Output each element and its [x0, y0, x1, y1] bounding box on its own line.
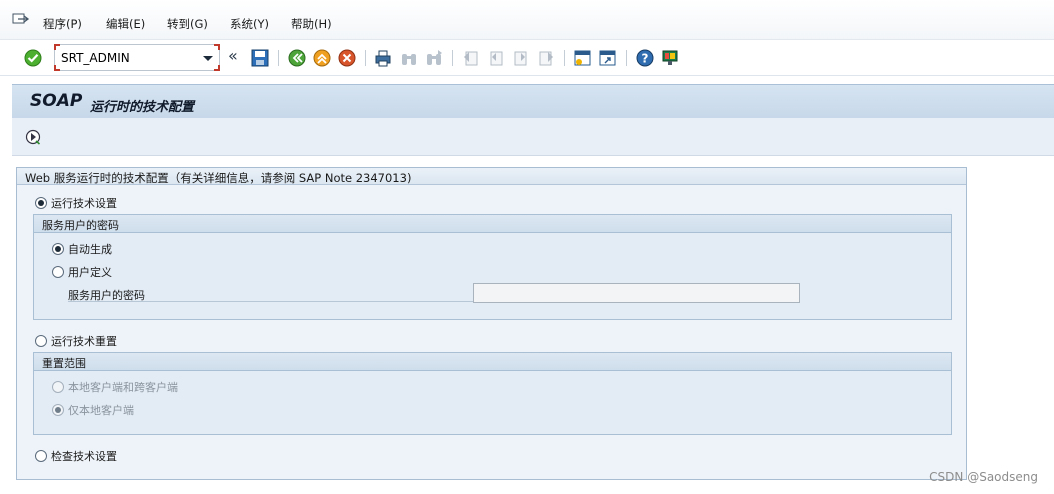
application-toolbar: [12, 118, 1054, 156]
menu-bar: 程序(P) 编辑(E) 转到(G) 系统(Y) 帮助(H): [0, 0, 1054, 40]
reset-radio[interactable]: [35, 335, 47, 347]
config-frame: Web 服务运行时的技术配置（有关详细信息，请参阅 SAP Note 23470…: [16, 167, 967, 480]
menu-help[interactable]: 帮助(H): [291, 16, 332, 32]
menu-program[interactable]: 程序(P): [43, 16, 82, 32]
first-page-icon[interactable]: [461, 48, 481, 68]
help-icon[interactable]: ?: [635, 48, 655, 68]
reset-scope-group: 重置范围 本地客户端和跨客户端 仅本地客户端: [33, 352, 952, 435]
local-and-cross-client-option[interactable]: 本地客户端和跨客户端: [52, 379, 178, 395]
reset-label: 运行技术重置: [51, 335, 117, 348]
reset-scope-group-title: 重置范围: [34, 353, 951, 371]
create-session-icon[interactable]: [573, 48, 593, 68]
user-defined-option[interactable]: 用户定义: [52, 264, 112, 280]
auto-generate-option[interactable]: 自动生成: [52, 241, 112, 257]
execute-icon[interactable]: [24, 128, 42, 146]
title-bar: SOAP 运行时的技术配置: [12, 84, 1054, 118]
frame-title: Web 服务运行时的技术配置（有关详细信息，请参阅 SAP Note 23470…: [17, 168, 966, 185]
page-title-rest: 运行时的技术配置: [90, 100, 195, 115]
run-setup-label: 运行技术设置: [51, 197, 117, 210]
menu-edit[interactable]: 编辑(E): [106, 16, 145, 32]
menu-goto[interactable]: 转到(G): [167, 16, 208, 32]
user-defined-label: 用户定义: [68, 266, 112, 279]
reset-option[interactable]: 运行技术重置: [35, 333, 117, 349]
auto-generate-radio[interactable]: [52, 243, 64, 255]
chevron-down-icon[interactable]: [201, 51, 215, 65]
svg-text:?: ?: [642, 52, 649, 66]
auto-generate-label: 自动生成: [68, 243, 112, 256]
print-icon[interactable]: [373, 48, 393, 68]
customize-layout-icon[interactable]: [660, 48, 680, 68]
next-page-icon[interactable]: [511, 48, 531, 68]
expand-icon[interactable]: «: [228, 46, 248, 66]
password-group: 服务用户的密码 自动生成 用户定义 服务用户的密码: [33, 214, 952, 320]
cancel-icon[interactable]: [337, 48, 357, 68]
exit-icon[interactable]: [312, 48, 332, 68]
find-next-icon[interactable]: [424, 48, 444, 68]
run-setup-option[interactable]: 运行技术设置: [35, 195, 117, 211]
ok-check-icon[interactable]: [23, 48, 43, 68]
command-field-value: SRT_ADMIN: [61, 51, 130, 65]
run-setup-radio[interactable]: [35, 197, 47, 209]
back-icon[interactable]: [287, 48, 307, 68]
check-setup-option[interactable]: 检查技术设置: [35, 448, 117, 464]
password-group-title: 服务用户的密码: [34, 215, 951, 233]
page-title-main: SOAP: [30, 91, 83, 111]
check-setup-label: 检查技术设置: [51, 450, 117, 463]
check-setup-radio[interactable]: [35, 450, 47, 462]
local-and-cross-client-radio[interactable]: [52, 381, 64, 393]
command-field[interactable]: SRT_ADMIN: [54, 44, 220, 71]
save-icon[interactable]: [250, 48, 270, 68]
service-user-password-input[interactable]: [473, 283, 800, 303]
service-user-password-label: 服务用户的密码: [68, 287, 473, 302]
last-page-icon[interactable]: [536, 48, 556, 68]
user-defined-radio[interactable]: [52, 266, 64, 278]
local-client-only-radio[interactable]: [52, 404, 64, 416]
local-and-cross-client-label: 本地客户端和跨客户端: [68, 381, 178, 394]
previous-page-icon[interactable]: [486, 48, 506, 68]
standard-toolbar: SRT_ADMIN « ?: [0, 40, 1054, 76]
menu-system[interactable]: 系统(Y): [230, 16, 269, 32]
local-client-only-label: 仅本地客户端: [68, 404, 134, 417]
local-client-only-option[interactable]: 仅本地客户端: [52, 402, 134, 418]
shortcut-icon[interactable]: [598, 48, 618, 68]
find-icon[interactable]: [399, 48, 419, 68]
menu-icon[interactable]: [12, 12, 30, 28]
watermark: CSDN @Saodseng: [929, 470, 1038, 484]
